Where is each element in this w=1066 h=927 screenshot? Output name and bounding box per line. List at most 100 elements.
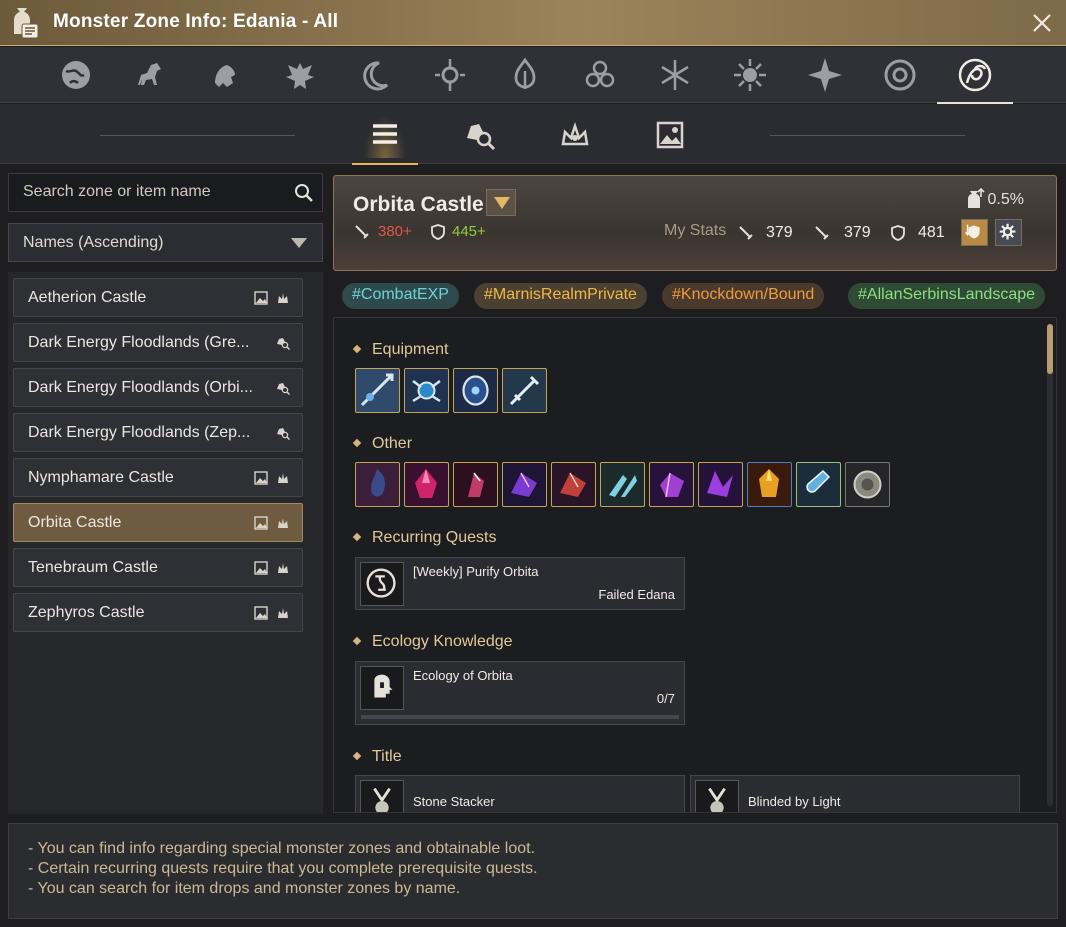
search-input[interactable]: Search zone or item name [23, 183, 211, 201]
title-card[interactable]: Stone Stacker [355, 775, 685, 812]
zone-dropdown-button[interactable] [486, 189, 516, 216]
zone-details-panel: Equipment Other Recurring Quests [Weekly… [333, 317, 1057, 813]
help-notes: - You can find info regarding special mo… [8, 823, 1058, 919]
note-line: - You can find info regarding special mo… [28, 840, 536, 857]
amber-gem-icon[interactable] [747, 462, 792, 507]
sort-label: Names (Ascending) [23, 234, 164, 251]
edania-emblem-icon[interactable] [937, 55, 1013, 104]
gear-icon[interactable] [995, 219, 1022, 246]
tag-combat-exp[interactable]: #CombatEXP [342, 283, 459, 309]
my-stats-label: My Stats [664, 222, 727, 239]
star-compass-icon[interactable] [805, 55, 845, 95]
search-loot-icon [277, 428, 290, 440]
ecology-progress-bar [361, 715, 679, 719]
zone-item-aetherion-castle[interactable]: Aetherion Castle [13, 278, 303, 317]
search-loot-icon[interactable] [457, 112, 503, 158]
crown-icon [278, 473, 288, 483]
list-icon[interactable] [352, 112, 418, 165]
search-icon[interactable] [294, 183, 314, 203]
zone-item-dark-energy-floodlands-zep[interactable]: Dark Energy Floodlands (Zep... [13, 413, 303, 452]
title-card[interactable]: Blinded by Light [690, 775, 1020, 812]
crown-icon[interactable] [552, 112, 598, 158]
picture-icon [254, 291, 268, 305]
ecology-title: Ecology of Orbita [413, 668, 513, 683]
sword-icon [355, 225, 369, 239]
tag-allan-serbins-landscape[interactable]: #AllanSerbinsLandscape [848, 283, 1046, 309]
decorative-line [770, 135, 965, 136]
crest-item-icon[interactable] [404, 368, 449, 413]
my-dp: 481 [890, 224, 945, 242]
crown-icon [278, 563, 288, 573]
picture-icon [254, 561, 268, 575]
my-ap-1: 379 [738, 224, 793, 242]
quest-giver: Failed Edana [598, 587, 675, 602]
zone-item-orbita-castle[interactable]: Orbita Castle [13, 503, 303, 542]
globe-icon[interactable] [56, 55, 96, 95]
zone-name: Aetherion Castle [28, 289, 147, 306]
search-loot-icon [277, 383, 290, 395]
coin-icon[interactable] [845, 462, 890, 507]
view-tab-bar [0, 104, 1066, 165]
lion-icon[interactable] [205, 55, 245, 95]
shield-icon [891, 225, 905, 241]
crown-icon [278, 293, 288, 303]
sword-icon [739, 226, 753, 240]
zone-name: Orbita Castle [28, 514, 122, 531]
search-field[interactable]: Search zone or item name [8, 173, 323, 212]
eagle-icon[interactable] [280, 55, 320, 95]
defense-toggle-button[interactable] [961, 219, 988, 246]
window-title: Monster Zone Info: Edania - All [53, 11, 339, 32]
section-equipment: Equipment [354, 341, 449, 359]
zone-name: Dark Energy Floodlands (Zep... [28, 424, 251, 441]
crystal-shard-icon[interactable] [453, 462, 498, 507]
decorative-line [100, 135, 295, 136]
ecology-card[interactable]: Ecology of Orbita 0/7 [355, 661, 685, 725]
triple-circle-icon[interactable] [580, 55, 620, 95]
ring-icon[interactable] [880, 55, 920, 95]
potion-icon[interactable] [796, 462, 841, 507]
picture-icon [254, 516, 268, 530]
horse-icon[interactable] [130, 55, 170, 95]
zone-item-tenebraum-castle[interactable]: Tenebraum Castle [13, 548, 303, 587]
tag-marnis-realm-private[interactable]: #MarnisRealmPrivate [474, 283, 647, 309]
content-scrollbar[interactable] [1047, 324, 1053, 806]
section-recurring-quests: Recurring Quests [354, 529, 497, 547]
sword-item-icon[interactable] [502, 368, 547, 413]
purple-crystal-icon[interactable] [502, 462, 547, 507]
violet-crystal-icon[interactable] [649, 462, 694, 507]
eye-gem-icon[interactable] [430, 55, 470, 95]
picture-icon[interactable] [647, 112, 693, 158]
zone-item-dark-energy-floodlands-gre[interactable]: Dark Energy Floodlands (Gre... [13, 323, 303, 362]
crown-icon [278, 608, 288, 618]
ice-shard-icon[interactable] [600, 462, 645, 507]
scrollbar-thumb[interactable] [1047, 324, 1053, 374]
close-icon[interactable] [1030, 11, 1054, 35]
crescent-moon-icon[interactable] [355, 55, 395, 95]
dark-crystal-icon[interactable] [355, 462, 400, 507]
sword-icon [815, 226, 829, 240]
shield-item-icon[interactable] [453, 368, 498, 413]
zone-name: Dark Energy Floodlands (Gre... [28, 334, 250, 351]
drop-rate-value: 0.5% [987, 191, 1024, 208]
quest-card[interactable]: [Weekly] Purify Orbita Failed Edana [355, 557, 685, 610]
flame-icon[interactable] [505, 55, 545, 95]
zone-item-nymphamare-castle[interactable]: Nymphamare Castle [13, 458, 303, 497]
zone-name: Tenebraum Castle [28, 559, 158, 576]
spear-item-icon[interactable] [355, 368, 400, 413]
zone-name: Zephyros Castle [28, 604, 145, 621]
zone-item-zephyros-castle[interactable]: Zephyros Castle [13, 593, 303, 632]
region-bar [0, 47, 1066, 104]
red-gem-icon[interactable] [404, 462, 449, 507]
note-line: - Certain recurring quests require that … [28, 860, 538, 877]
shield-icon [431, 224, 445, 240]
title-name: Stone Stacker [413, 794, 495, 809]
tag-knockdown-bound[interactable]: #Knockdown/Bound [662, 283, 825, 309]
snowflake-icon[interactable] [655, 55, 695, 95]
title-name: Blinded by Light [748, 794, 841, 809]
zone-item-dark-energy-floodlands-orbi[interactable]: Dark Energy Floodlands (Orbi... [13, 368, 303, 407]
zone-name: Dark Energy Floodlands (Orbi... [28, 379, 253, 396]
violet-shard-icon[interactable] [698, 462, 743, 507]
sun-icon[interactable] [730, 55, 770, 95]
sort-dropdown[interactable]: Names (Ascending) [8, 223, 323, 262]
red-crystal-icon[interactable] [551, 462, 596, 507]
